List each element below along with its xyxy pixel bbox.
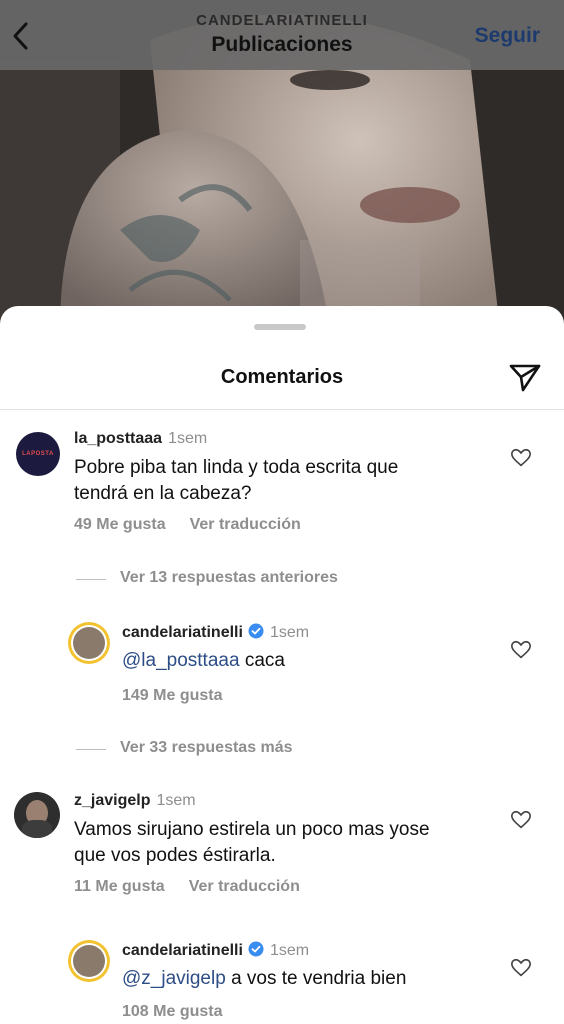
comment-meta: 11 Me gusta Ver traducción xyxy=(74,878,300,896)
likes-count[interactable]: 11 Me gusta xyxy=(74,878,165,895)
comment-text-line: Vamos sirujano estirela un poco mas yose xyxy=(74,819,430,840)
avatar[interactable] xyxy=(68,622,110,664)
comment-username-text[interactable]: z_javigelp xyxy=(74,792,150,809)
verified-badge-icon xyxy=(248,941,264,957)
comment-username-text[interactable]: la_posttaaa xyxy=(74,430,162,447)
translate-link[interactable]: Ver traducción xyxy=(190,516,301,533)
reply-username[interactable]: candelariatinelli 1sem xyxy=(122,623,309,642)
comments-title: Comentarios xyxy=(220,366,344,388)
verified-badge-icon xyxy=(248,623,264,639)
comment-text-line: que vos podes éstirarla. xyxy=(74,845,276,866)
share-button[interactable] xyxy=(508,362,542,394)
top-navigation-bar: CANDELARIATINELLI Publicaciones Seguir xyxy=(0,0,564,70)
likes-count[interactable]: 49 Me gusta xyxy=(74,516,166,533)
likes-count[interactable]: 149 Me gusta xyxy=(122,687,222,704)
translate-link[interactable]: Ver traducción xyxy=(189,878,300,895)
comment-time: 1sem xyxy=(168,430,208,447)
heart-icon[interactable] xyxy=(510,447,532,469)
reply-meta: 149 Me gusta xyxy=(122,687,222,705)
reply-meta: 108 Me gusta xyxy=(122,1003,222,1021)
comment-username[interactable]: z_javigelp 1sem xyxy=(74,792,196,810)
comment-username[interactable]: la_posttaaa 1sem xyxy=(74,430,207,448)
send-icon xyxy=(509,364,541,392)
comment-text-line: tendrá en la cabeza? xyxy=(74,483,252,504)
comment-text-line: Pobre piba tan linda y toda escrita que xyxy=(74,457,399,478)
comment-time: 1sem xyxy=(156,792,196,809)
comment-text: Vamos sirujano estirela un poco mas yose… xyxy=(74,817,430,869)
mention-link[interactable]: @la_posttaaa xyxy=(122,650,240,671)
avatar[interactable] xyxy=(14,792,60,838)
avatar[interactable] xyxy=(68,940,110,982)
reply-text-body: caca xyxy=(239,650,285,671)
likes-count[interactable]: 108 Me gusta xyxy=(122,1003,222,1020)
reply-text-body: a vos te vendria bien xyxy=(225,968,407,989)
follow-button[interactable]: Seguir xyxy=(475,24,540,48)
comment-text: Pobre piba tan linda y toda escrita que … xyxy=(74,455,398,507)
reply-time: 1sem xyxy=(269,942,310,959)
reply-text: @z_javigelp a vos te vendria bien xyxy=(122,966,406,992)
sheet-drag-handle[interactable] xyxy=(254,324,306,330)
reply-username-text[interactable]: candelariatinelli xyxy=(122,942,243,959)
heart-icon[interactable] xyxy=(510,957,532,979)
avatar[interactable]: LAPOSTA xyxy=(16,432,60,476)
thread-line xyxy=(76,579,106,580)
view-previous-replies-link[interactable]: Ver 13 respuestas anteriores xyxy=(120,569,338,587)
avatar-logo-text: LAPOSTA xyxy=(22,451,54,457)
reply-username-text[interactable]: candelariatinelli xyxy=(122,624,243,641)
reply-time: 1sem xyxy=(269,624,310,641)
heart-icon[interactable] xyxy=(510,809,532,831)
reply-username[interactable]: candelariatinelli 1sem xyxy=(122,941,309,960)
mention-link[interactable]: @z_javigelp xyxy=(122,968,226,989)
thread-line xyxy=(76,749,106,750)
reply-text: @la_posttaaa caca xyxy=(122,648,285,674)
comment-meta: 49 Me gusta Ver traducción xyxy=(74,516,301,534)
divider xyxy=(0,409,564,410)
heart-icon[interactable] xyxy=(510,639,532,661)
comments-sheet: Comentarios LAPOSTA la_posttaaa 1sem Pobr… xyxy=(0,306,564,1024)
view-more-replies-link[interactable]: Ver 33 respuestas más xyxy=(120,739,293,757)
